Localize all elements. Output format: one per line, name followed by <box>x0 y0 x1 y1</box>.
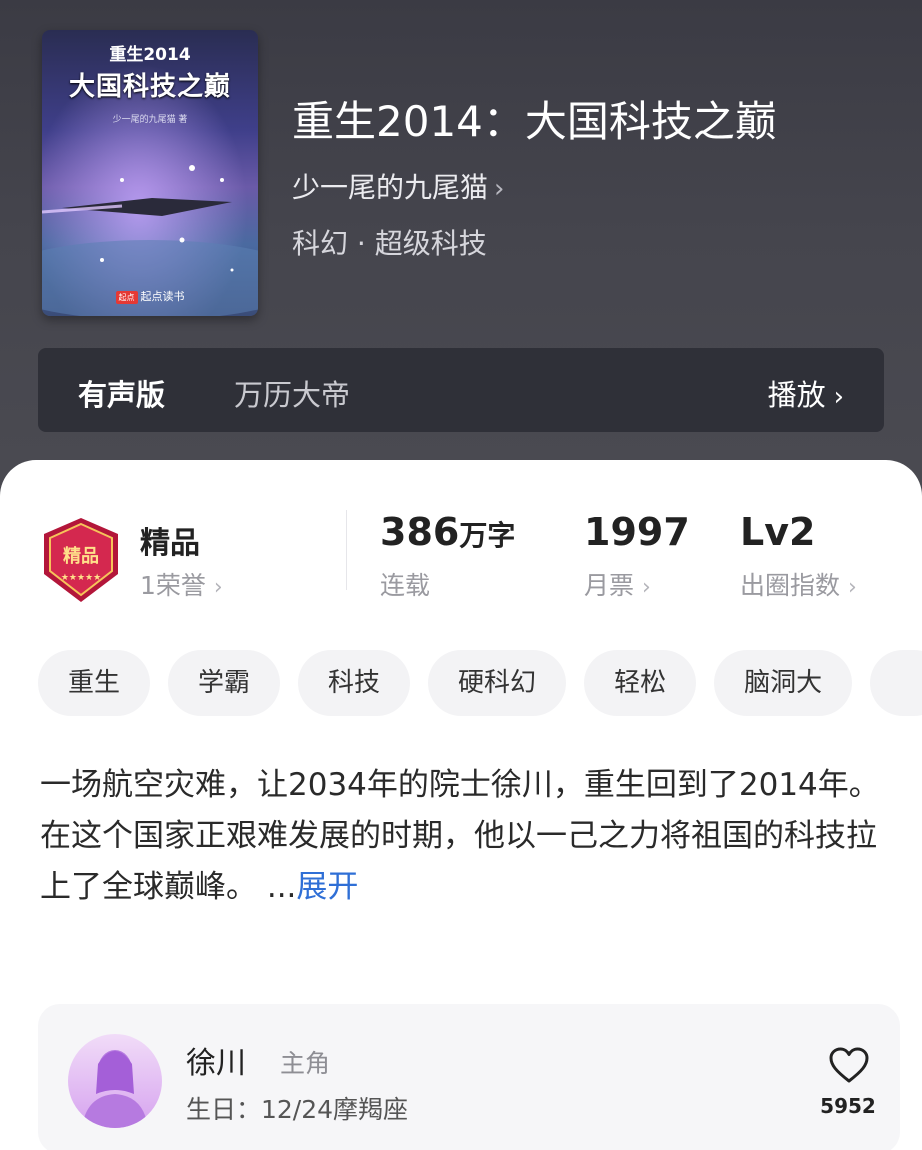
honor-count: 1荣誉 <box>140 571 206 600</box>
description-line-2: 在这个国家正艰难发展的时期，他以一己之力将祖国的科技拉上了全球巅峰。 ...展开 <box>40 818 877 905</box>
play-label: 播放 <box>767 378 826 412</box>
book-detail-card: 精品 ★★★★★ 精品 1荣誉 › 386万字 连载 1997 月票 › Lv2 出… <box>0 460 922 1150</box>
shield-badge-icon: 精品 ★★★★★ <box>44 518 118 602</box>
divider <box>346 510 347 590</box>
cover-author: 少一尾的九尾猫 著 <box>112 115 188 125</box>
audio-version-bar[interactable]: 有声版 万历大帝 播放 › <box>38 348 884 432</box>
book-genre: 科幻 · 超级科技 <box>292 227 487 260</box>
like-count: 5952 <box>820 1094 876 1118</box>
expand-link[interactable]: 展开 <box>296 869 358 905</box>
monthly-tickets-label: 月票 <box>584 571 635 600</box>
chevron-right-icon: › <box>213 575 223 600</box>
audio-label: 有声版 <box>78 378 166 412</box>
tag-chip[interactable]: 科技 <box>298 650 411 716</box>
description-line: 一场航空灾难，让2034年的院士徐川，重生回到了2014年。 <box>40 767 880 803</box>
tag-list: 重生 学霸 科技 硬科幻 轻松 脑洞大 <box>38 650 922 718</box>
tag-chip[interactable]: 学霸 <box>168 650 281 716</box>
status-label: 连载 <box>380 571 431 600</box>
publisher-logo: 起点 <box>115 291 138 304</box>
popularity-index-link[interactable]: 出圈指数 › <box>740 566 857 602</box>
cover-subtitle: 重生2014 <box>109 45 191 65</box>
tag-chip-partial[interactable] <box>870 650 922 716</box>
honor-title: 精品 <box>140 526 200 561</box>
book-description: 一场航空灾难，让2034年的院士徐川，重生回到了2014年。 在这个国家正艰难发… <box>40 760 890 913</box>
popularity-index-label: 出圈指数 <box>740 571 841 600</box>
book-cover[interactable]: 重生2014 大国科技之巅 少一尾的九尾猫 著 起点 起点读书 <box>42 30 258 316</box>
popularity-level: Lv2 <box>740 510 816 554</box>
tag-chip[interactable]: 硬科幻 <box>428 650 567 716</box>
chevron-right-icon: › <box>494 174 505 204</box>
heart-icon[interactable] <box>828 1046 870 1084</box>
avatar[interactable] <box>68 1034 162 1128</box>
tag-chip[interactable]: 脑洞大 <box>714 650 853 716</box>
publisher-name: 起点读书 <box>140 290 185 303</box>
monthly-tickets-value: 1997 <box>584 510 690 554</box>
cover-publisher: 起点 起点读书 <box>42 288 258 304</box>
svg-text:★★★★★: ★★★★★ <box>61 573 101 583</box>
author-link[interactable]: 少一尾的九尾猫 › <box>292 166 504 206</box>
chevron-right-icon: › <box>833 382 844 412</box>
tag-chip[interactable]: 轻松 <box>584 650 697 716</box>
word-count-unit: 万字 <box>459 519 516 552</box>
book-header: 重生2014 大国科技之巅 少一尾的九尾猫 著 起点 起点读书 重生2014：大国… <box>0 0 922 520</box>
character-card[interactable]: 徐川 主角 生日：12/24摩羯座 5952 <box>38 1004 900 1150</box>
play-button[interactable]: 播放 › <box>768 372 844 414</box>
chevron-right-icon: › <box>642 575 651 600</box>
tag-chip[interactable]: 重生 <box>38 650 151 716</box>
character-birthday: 生日：12/24摩羯座 <box>186 1095 409 1124</box>
audio-narrator: 万历大帝 <box>234 378 351 412</box>
author-name: 少一尾的九尾猫 <box>292 171 489 204</box>
honor-badge-icon[interactable]: 精品 ★★★★★ <box>40 516 122 604</box>
cover-title: 大国科技之巅 <box>68 72 231 102</box>
monthly-tickets-link[interactable]: 月票 › <box>584 566 651 602</box>
word-count: 386万字 <box>380 510 516 554</box>
chevron-right-icon: › <box>848 575 857 600</box>
character-name: 徐川 <box>186 1046 246 1081</box>
character-role: 主角 <box>280 1049 331 1078</box>
person-silhouette-icon <box>82 1050 148 1128</box>
badge-text: 精品 <box>63 545 99 567</box>
book-title: 重生2014：大国科技之巅 <box>292 97 777 146</box>
honor-count-link[interactable]: 1荣誉 › <box>140 566 223 602</box>
